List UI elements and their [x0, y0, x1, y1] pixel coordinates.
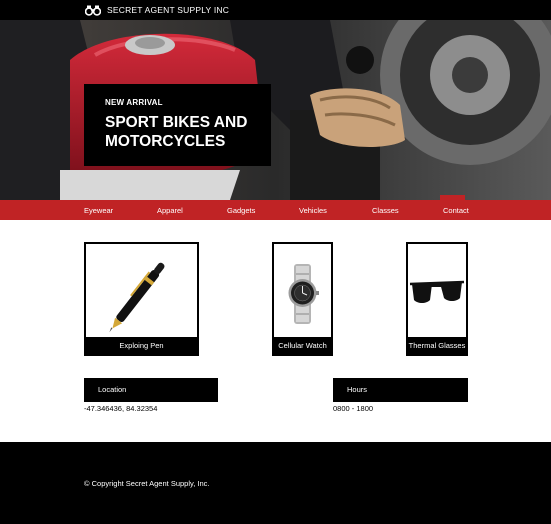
- product-name: Cellular Watch: [274, 337, 331, 354]
- nav-item-classes[interactable]: Classes: [372, 206, 399, 215]
- main-nav: Eyewear Apparel Gadgets Vehicles Classes…: [0, 200, 551, 220]
- brand-name: SECRET AGENT SUPPLY INC: [107, 5, 230, 15]
- product-name: Exploing Pen: [86, 337, 197, 354]
- product-card-pen[interactable]: Exploing Pen: [84, 242, 199, 356]
- hero-title: SPORT BIKES AND MOTORCYCLES: [105, 114, 248, 150]
- location-heading: Location: [84, 378, 218, 402]
- pen-icon: [109, 262, 165, 333]
- hero-kicker: NEW ARRIVAL: [105, 98, 163, 107]
- hero-caption-box: NEW ARRIVAL SPORT BIKES AND MOTORCYCLES: [84, 84, 271, 166]
- nav-item-vehicles[interactable]: Vehicles: [299, 206, 327, 215]
- product-card-glasses[interactable]: Thermal Glasses: [406, 242, 468, 356]
- hours-heading: Hours: [333, 378, 468, 402]
- brand[interactable]: SECRET AGENT SUPPLY INC: [85, 3, 229, 17]
- product-name: Thermal Glasses: [408, 337, 466, 354]
- watch-icon: [288, 264, 319, 324]
- footer: © Copyright Secret Agent Supply, Inc.: [0, 442, 551, 524]
- hero-motorcycle-image: [0, 20, 551, 200]
- nav-item-apparel[interactable]: Apparel: [157, 206, 183, 215]
- binoculars-icon: [85, 5, 101, 16]
- location-value: -47.346436, 84.32354: [84, 404, 158, 413]
- sunglasses-icon: [409, 280, 465, 303]
- copyright-text: © Copyright Secret Agent Supply, Inc.: [84, 479, 210, 488]
- product-card-watch[interactable]: Cellular Watch: [272, 242, 333, 356]
- hero-banner: NEW ARRIVAL SPORT BIKES AND MOTORCYCLES: [0, 20, 551, 200]
- top-header: SECRET AGENT SUPPLY INC: [0, 0, 551, 20]
- hours-value: 0800 - 1800: [333, 404, 374, 413]
- nav-item-contact[interactable]: Contact: [443, 206, 469, 215]
- nav-item-eyewear[interactable]: Eyewear: [84, 206, 113, 215]
- nav-item-gadgets[interactable]: Gadgets: [227, 206, 255, 215]
